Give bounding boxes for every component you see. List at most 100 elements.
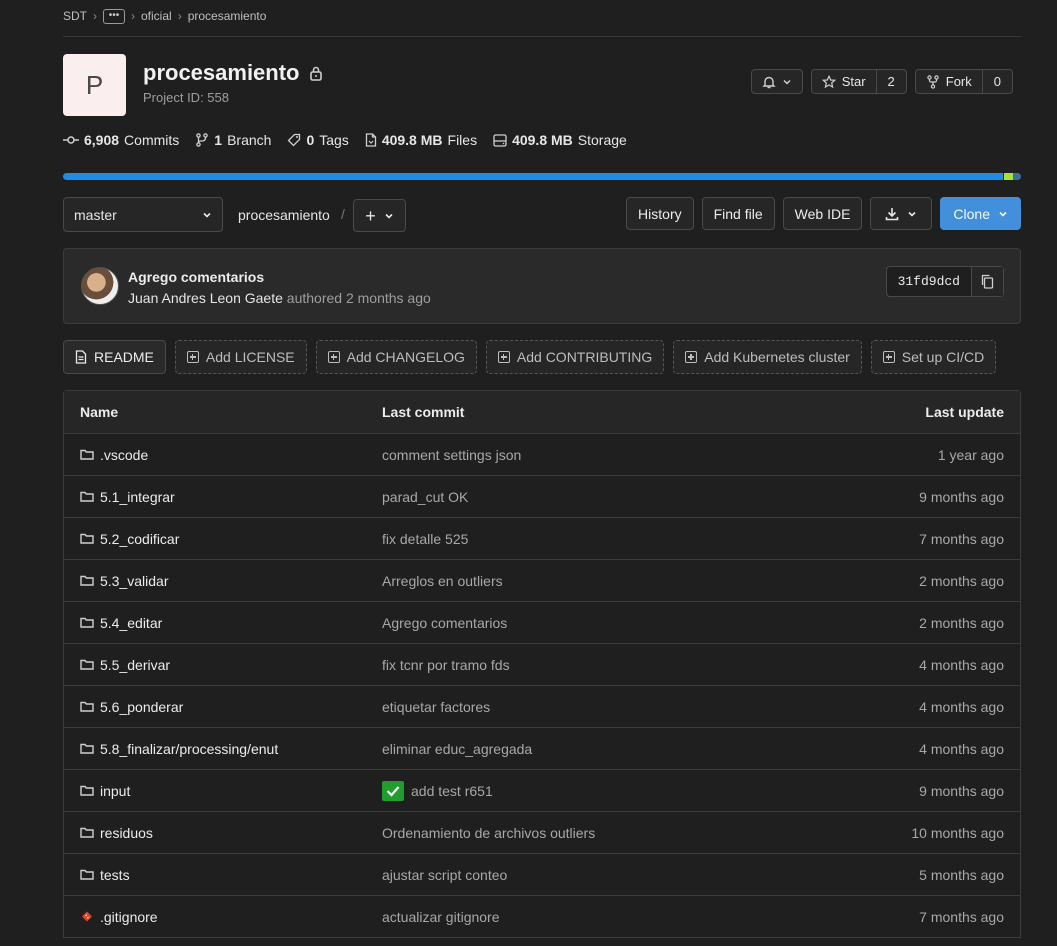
table-row[interactable]: 5.3_validar Arreglos en outliers 2 months … bbox=[64, 560, 1020, 602]
table-row[interactable]: residuos Ordenamiento de archivos outlier… bbox=[64, 812, 1020, 854]
commit-link[interactable]: comment settings json bbox=[382, 447, 521, 463]
commit-link[interactable]: fix tcnr por tramo fds bbox=[382, 657, 510, 673]
readme-button[interactable]: README bbox=[63, 340, 166, 374]
commit-link[interactable]: ajustar script conteo bbox=[382, 867, 507, 883]
add-license-button[interactable]: Add LICENSE bbox=[174, 340, 307, 374]
commit-message[interactable]: Agrego comentarios bbox=[128, 269, 264, 285]
commit-link[interactable]: Arreglos en outliers bbox=[382, 573, 503, 589]
table-row[interactable]: tests ajustar script conteo 5 months ago bbox=[64, 854, 1020, 896]
chevron-down-icon bbox=[203, 212, 211, 218]
commit-author[interactable]: Juan Andres Leon Gaete bbox=[128, 290, 283, 306]
table-row[interactable]: 5.5_derivar fix tcnr por tramo fds 4 month… bbox=[64, 644, 1020, 686]
web-ide-button[interactable]: Web IDE bbox=[782, 197, 863, 230]
add-to-tree-dropdown[interactable]: + bbox=[353, 199, 406, 232]
file-name[interactable]: 5.6_ponderar bbox=[100, 699, 183, 715]
last-update-cell: 10 months ago bbox=[911, 824, 1004, 841]
download-icon bbox=[886, 207, 899, 220]
table-row[interactable]: 5.2_codificar fix detalle 525 7 months ago bbox=[64, 518, 1020, 560]
readme-label: README bbox=[94, 349, 154, 365]
last-commit-cell: add test r651 bbox=[382, 780, 820, 801]
breadcrumb-group[interactable]: oficial bbox=[141, 9, 172, 23]
table-row[interactable]: 5.4_editar Agrego comentarios 2 months ago bbox=[64, 602, 1020, 644]
file-name-cell[interactable]: 5.6_ponderar bbox=[64, 699, 382, 715]
commit-link[interactable]: Ordenamiento de archivos outliers bbox=[382, 825, 595, 841]
table-row[interactable]: 5.8_finalizar/processing/enut eliminar ed… bbox=[64, 728, 1020, 770]
star-count[interactable]: 2 bbox=[875, 70, 906, 93]
breadcrumb-root[interactable]: SDT bbox=[63, 9, 87, 23]
file-name[interactable]: input bbox=[100, 783, 130, 799]
storage-stat[interactable]: 409.8 MB Storage bbox=[493, 132, 627, 148]
commit-link[interactable]: add test r651 bbox=[411, 783, 493, 799]
table-row[interactable]: .gitignore actualizar gitignore 7 months a… bbox=[64, 896, 1020, 938]
folder-icon bbox=[80, 575, 94, 586]
author-avatar[interactable] bbox=[81, 267, 119, 305]
file-name-cell[interactable]: 5.1_integrar bbox=[64, 489, 382, 505]
branch-selector[interactable]: master bbox=[63, 197, 223, 232]
branch-icon bbox=[196, 133, 209, 147]
notification-dropdown[interactable] bbox=[750, 69, 803, 94]
file-name-cell[interactable]: 5.3_validar bbox=[64, 573, 382, 589]
commit-link[interactable]: etiquetar factores bbox=[382, 699, 490, 715]
star-icon bbox=[821, 74, 836, 88]
file-name[interactable]: 5.3_validar bbox=[100, 573, 169, 589]
file-name-cell[interactable]: 5.2_codificar bbox=[64, 531, 382, 547]
commit-link[interactable]: Agrego comentarios bbox=[382, 615, 507, 631]
download-dropdown[interactable] bbox=[870, 197, 933, 230]
commit-link[interactable]: fix detalle 525 bbox=[382, 531, 468, 547]
fork-count[interactable]: 0 bbox=[981, 70, 1012, 93]
language-bar-segment-main bbox=[63, 173, 1003, 180]
file-name[interactable]: 5.4_editar bbox=[100, 615, 162, 631]
breadcrumb-ellipsis-button[interactable]: ••• bbox=[103, 8, 125, 24]
files-stat[interactable]: 409.8 MB Files bbox=[365, 132, 477, 148]
clone-dropdown[interactable]: Clone bbox=[940, 197, 1021, 230]
breadcrumb-project[interactable]: procesamiento bbox=[188, 9, 267, 23]
file-name[interactable]: .vscode bbox=[100, 447, 148, 463]
commit-sha[interactable]: 31fd9dcd bbox=[887, 267, 971, 296]
commit-link[interactable]: eliminar educ_agregada bbox=[382, 741, 532, 757]
file-name-cell[interactable]: .vscode bbox=[64, 447, 382, 463]
find-file-button[interactable]: Find file bbox=[701, 197, 775, 230]
setup-cicd-button[interactable]: Set up CI/CD bbox=[870, 340, 997, 374]
last-commit-cell: Ordenamiento de archivos outliers bbox=[382, 825, 820, 841]
tags-stat[interactable]: 0 Tags bbox=[287, 132, 349, 148]
repository-language-bar[interactable] bbox=[63, 173, 1021, 180]
file-name[interactable]: 5.5_derivar bbox=[100, 657, 170, 673]
table-row[interactable]: .vscode comment settings json 1 year ago bbox=[64, 434, 1020, 476]
file-name-cell[interactable]: tests bbox=[64, 867, 382, 883]
table-row[interactable]: 5.1_integrar parad_cut OK 9 months ago bbox=[64, 476, 1020, 518]
project-name: procesamiento bbox=[143, 60, 300, 85]
fork-icon bbox=[927, 74, 939, 89]
file-name[interactable]: 5.2_codificar bbox=[100, 531, 179, 547]
add-kubernetes-cluster-button[interactable]: Add Kubernetes cluster bbox=[673, 340, 862, 374]
branch-stat[interactable]: 1 Branch bbox=[195, 132, 271, 148]
file-name-cell[interactable]: 5.4_editar bbox=[64, 615, 382, 631]
last-update-cell: 2 months ago bbox=[919, 572, 1004, 589]
file-name[interactable]: 5.8_finalizar/processing/enut bbox=[100, 741, 278, 757]
file-name-cell[interactable]: .gitignore bbox=[64, 909, 382, 925]
fork-button[interactable]: Fork bbox=[916, 70, 982, 93]
folder-icon bbox=[80, 785, 94, 796]
commits-stat[interactable]: 6,908 Commits bbox=[63, 132, 179, 148]
file-name[interactable]: .gitignore bbox=[100, 909, 158, 925]
commits-label: Commits bbox=[124, 132, 180, 148]
add-changelog-button[interactable]: Add CHANGELOG bbox=[315, 340, 477, 374]
file-name[interactable]: residuos bbox=[100, 825, 153, 841]
repo-path-link[interactable]: procesamiento bbox=[238, 207, 330, 223]
commit-link[interactable]: actualizar gitignore bbox=[382, 909, 500, 925]
file-name-cell[interactable]: residuos bbox=[64, 825, 382, 841]
file-name-cell[interactable]: 5.8_finalizar/processing/enut bbox=[64, 741, 382, 757]
language-bar-segment-secondary bbox=[1004, 173, 1013, 180]
file-name[interactable]: 5.1_integrar bbox=[100, 489, 175, 505]
file-name-cell[interactable]: 5.5_derivar bbox=[64, 657, 382, 673]
branch-count: 1 bbox=[214, 132, 223, 148]
file-name-cell[interactable]: input bbox=[64, 783, 382, 799]
commit-link[interactable]: parad_cut OK bbox=[382, 489, 468, 505]
table-row[interactable]: 5.6_ponderar etiquetar factores 4 months a… bbox=[64, 686, 1020, 728]
file-name[interactable]: tests bbox=[100, 867, 130, 883]
history-button[interactable]: History bbox=[626, 197, 694, 230]
table-row[interactable]: input add test r651 9 months ago bbox=[64, 770, 1020, 812]
copy-sha-button[interactable] bbox=[971, 267, 1003, 296]
star-button[interactable]: Star bbox=[812, 70, 876, 93]
add-contributing-button[interactable]: Add CONTRIBUTING bbox=[485, 340, 665, 374]
last-commit-panel: Agrego comentarios Juan Andres Leon Gaet… bbox=[63, 248, 1021, 324]
